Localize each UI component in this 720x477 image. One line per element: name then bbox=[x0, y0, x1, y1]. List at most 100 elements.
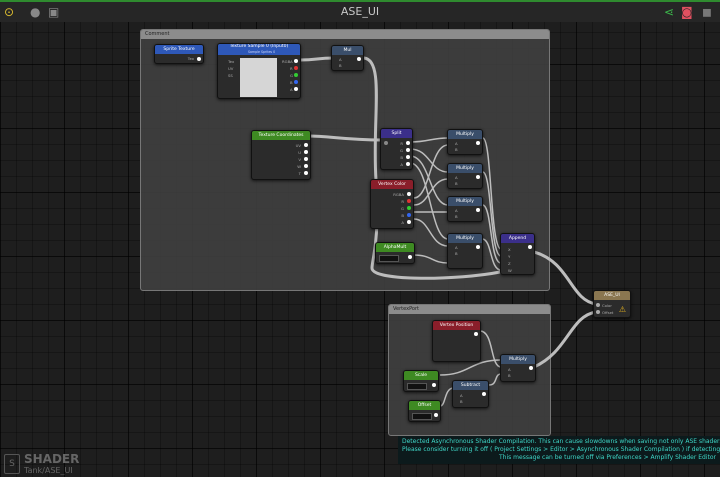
append-output[interactable] bbox=[528, 245, 532, 249]
texture-sample-r-port[interactable] bbox=[294, 66, 298, 70]
multiply1-output[interactable] bbox=[476, 141, 480, 145]
output-in-offset: Offset bbox=[602, 310, 614, 315]
vertex-position-node[interactable]: Vertex Position bbox=[432, 320, 481, 362]
multiply4-node[interactable]: Multiply A B bbox=[447, 233, 483, 269]
mul-top-in-a: A bbox=[339, 57, 342, 62]
alpha-mult-node[interactable]: AlphaMult bbox=[375, 242, 415, 264]
sprite-texture-title: Sprite Texture bbox=[155, 45, 203, 54]
subtract-output[interactable] bbox=[482, 392, 486, 396]
texture-sample-out-g: G bbox=[290, 73, 293, 78]
vertex-color-out-b: B bbox=[401, 213, 404, 218]
vertex-color-out-g: G bbox=[401, 206, 404, 211]
output-offset-port[interactable] bbox=[596, 310, 600, 314]
texcoord-title: Texture Coordinates bbox=[252, 131, 310, 140]
append-node[interactable]: Append X Y Z W bbox=[500, 233, 535, 275]
output-title: ASE_UI bbox=[594, 291, 630, 300]
console-line-2: Please consider turning it off ( Project… bbox=[402, 446, 720, 453]
scale-node[interactable]: Scale bbox=[403, 370, 439, 392]
multiply1-node[interactable]: Multiply A B bbox=[447, 129, 483, 155]
split-input[interactable] bbox=[384, 141, 388, 145]
texcoord-out-t: T bbox=[298, 171, 301, 176]
vertex-color-rgba-port[interactable] bbox=[407, 192, 411, 196]
vertex-position-output[interactable] bbox=[474, 332, 478, 336]
multiply2-title: Multiply bbox=[448, 164, 482, 173]
subtract-node[interactable]: Subtract A B bbox=[452, 380, 489, 408]
multiply3-in-b: B bbox=[455, 214, 458, 219]
multiply-v-node[interactable]: Multiply A B bbox=[500, 354, 536, 382]
mul-top-output[interactable] bbox=[357, 57, 361, 61]
multiply3-node[interactable]: Multiply A B bbox=[447, 196, 483, 222]
split-r-port[interactable] bbox=[406, 141, 410, 145]
vertex-color-out-r: R bbox=[401, 199, 404, 204]
split-g-port[interactable] bbox=[406, 148, 410, 152]
mul-top-in-b: B bbox=[339, 63, 342, 68]
multiply2-node[interactable]: Multiply A B bbox=[447, 163, 483, 189]
console-message: Detected Asynchronous Shader Compilation… bbox=[398, 436, 720, 464]
multiply-v-title: Multiply bbox=[501, 355, 535, 364]
split-a-port[interactable] bbox=[406, 162, 410, 166]
texture-sample-out-rgba: RGBA bbox=[282, 59, 293, 64]
vertex-color-out-a: A bbox=[401, 220, 404, 225]
split-b-port[interactable] bbox=[406, 155, 410, 159]
multiply4-output[interactable] bbox=[476, 245, 480, 249]
output-color-port[interactable] bbox=[596, 303, 600, 307]
vertex-color-b-port[interactable] bbox=[407, 213, 411, 217]
texcoord-v-port[interactable] bbox=[304, 157, 308, 161]
texcoord-u-port[interactable] bbox=[304, 150, 308, 154]
output-node[interactable]: ASE_UI Color Offset ⚠ bbox=[593, 290, 631, 318]
texcoord-uv-port[interactable] bbox=[304, 143, 308, 147]
offset-node[interactable]: Offset bbox=[408, 400, 441, 422]
sprite-texture-output[interactable] bbox=[197, 57, 201, 61]
scale-output[interactable] bbox=[432, 383, 436, 387]
vertex-color-r-port[interactable] bbox=[407, 199, 411, 203]
multiply2-in-a: A bbox=[455, 175, 458, 180]
alpha-mult-output[interactable] bbox=[408, 255, 412, 259]
scale-value-field[interactable] bbox=[407, 383, 427, 390]
texture-sample-node[interactable]: Texture Sample 0 (Input0) Sample Sprites… bbox=[217, 43, 301, 99]
multiply3-title: Multiply bbox=[448, 197, 482, 206]
multiply1-in-a: A bbox=[455, 141, 458, 146]
split-node[interactable]: Split R G B A bbox=[380, 128, 413, 170]
multiply2-output[interactable] bbox=[476, 175, 480, 179]
multiply3-output[interactable] bbox=[476, 208, 480, 212]
vertex-position-title: Vertex Position bbox=[433, 321, 480, 330]
multiply-v-output[interactable] bbox=[529, 366, 533, 370]
multiply4-in-b: B bbox=[455, 251, 458, 256]
vertex-color-out-rgba: RGBA bbox=[393, 192, 404, 197]
output-settings-icon[interactable]: ⚠ bbox=[619, 305, 626, 314]
append-in-z: Z bbox=[508, 261, 511, 266]
texture-sample-g-port[interactable] bbox=[294, 73, 298, 77]
alpha-mult-value-field[interactable] bbox=[379, 255, 399, 262]
console-line-3: This message can be turned off via Prefe… bbox=[499, 454, 716, 461]
append-in-y: Y bbox=[508, 254, 511, 259]
offset-title: Offset bbox=[409, 401, 440, 410]
texcoord-w-port[interactable] bbox=[304, 164, 308, 168]
multiply-v-in-b: B bbox=[508, 373, 511, 378]
subtract-title: Subtract bbox=[453, 381, 488, 390]
texcoord-node[interactable]: Texture Coordinates UV U V W T bbox=[251, 130, 311, 180]
offset-value-field[interactable] bbox=[412, 413, 432, 420]
sprite-texture-port-label: Tex bbox=[187, 56, 194, 61]
append-in-x: X bbox=[508, 247, 511, 252]
vertex-color-g-port[interactable] bbox=[407, 206, 411, 210]
texcoord-t-port[interactable] bbox=[304, 171, 308, 175]
subtract-in-a: A bbox=[460, 393, 463, 398]
shader-logo-icon: S bbox=[4, 454, 20, 474]
split-out-b: B bbox=[400, 155, 403, 160]
multiply1-in-b: B bbox=[455, 147, 458, 152]
offset-output[interactable] bbox=[434, 413, 438, 417]
mul-top-title: Mul bbox=[332, 46, 363, 55]
texture-sample-in-uv: UV bbox=[228, 66, 234, 71]
texture-sample-rgba-port[interactable] bbox=[294, 59, 298, 63]
vertex-color-node[interactable]: Vertex Color RGBA R G B A bbox=[370, 179, 414, 229]
console-line-1: Detected Asynchronous Shader Compilation… bbox=[402, 438, 720, 445]
vertex-color-title: Vertex Color bbox=[371, 180, 413, 189]
texture-sample-b-port[interactable] bbox=[294, 80, 298, 84]
mul-top-node[interactable]: Mul A B bbox=[331, 45, 364, 71]
texture-sample-out-a: A bbox=[290, 87, 293, 92]
vertex-color-a-port[interactable] bbox=[407, 220, 411, 224]
texture-preview bbox=[240, 58, 277, 97]
split-title: Split bbox=[381, 129, 412, 138]
sprite-texture-node[interactable]: Sprite Texture Tex bbox=[154, 44, 204, 64]
texture-sample-a-port[interactable] bbox=[294, 87, 298, 91]
